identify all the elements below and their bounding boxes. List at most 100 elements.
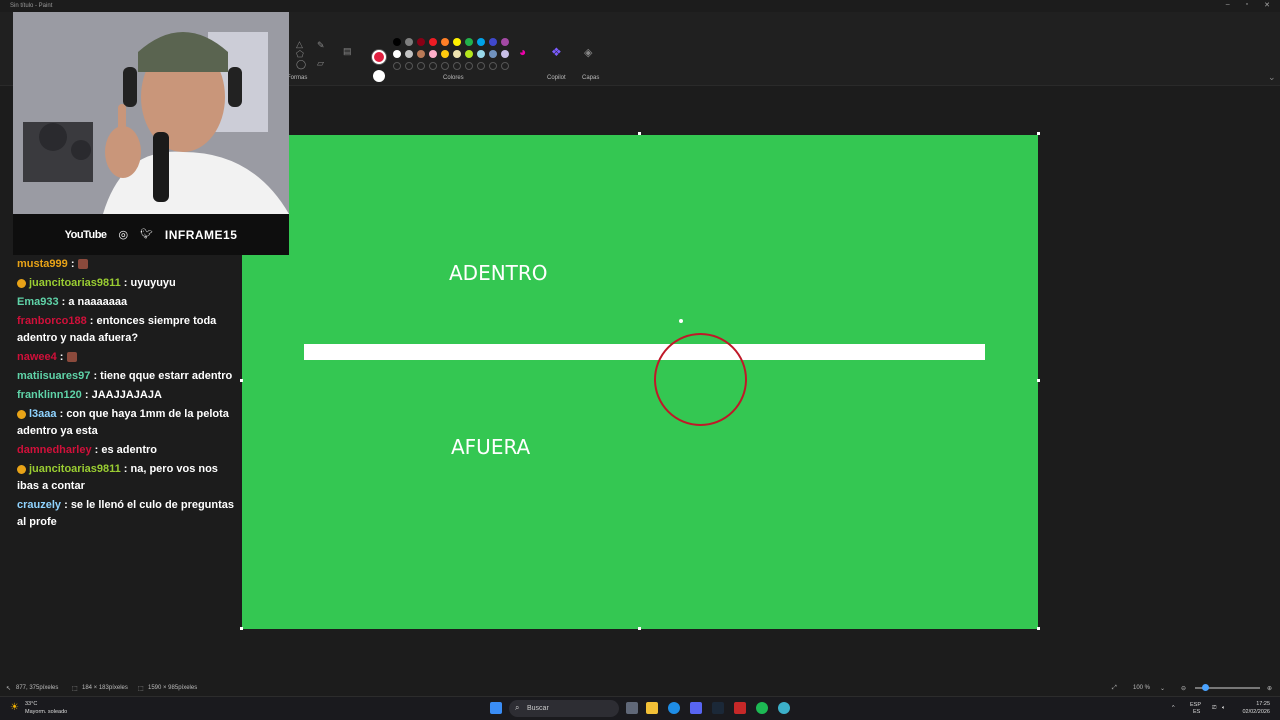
palette-swatch[interactable] — [453, 38, 461, 46]
task-view-icon[interactable] — [626, 702, 638, 714]
palette-swatch[interactable] — [465, 50, 473, 58]
chat-username: l3aaa — [29, 408, 57, 420]
network-icon[interactable]: ⎚ — [1212, 705, 1216, 712]
app-icon-red[interactable] — [734, 702, 746, 714]
palette-swatch[interactable] — [429, 38, 437, 46]
language-indicator[interactable]: ESP — [1190, 702, 1201, 709]
selection-icon: ⬚ — [72, 686, 78, 692]
color-picker-wheel-icon[interactable]: ◕ — [519, 45, 526, 59]
selection-size: 184 × 183píxeles — [82, 685, 128, 691]
palette-swatch[interactable] — [441, 50, 449, 58]
social-bar: YouTube ◎ 🐦︎ INFRAME15 — [13, 214, 289, 255]
chat-username: matiisuares97 — [17, 370, 91, 382]
weather-icon[interactable]: ☀ — [10, 702, 19, 713]
palette-swatch[interactable] — [501, 38, 509, 46]
maximize-button[interactable]: ▫ — [1246, 1, 1248, 9]
primary-color[interactable] — [372, 50, 386, 64]
collapse-ribbon-icon[interactable]: ⌄ — [1268, 72, 1276, 83]
webcam-overlay: YouTube ◎ 🐦︎ INFRAME15 — [13, 12, 289, 255]
palette-swatch[interactable] — [405, 50, 413, 58]
palette-swatch[interactable] — [417, 38, 425, 46]
steam-icon[interactable] — [712, 702, 724, 714]
search-box[interactable]: ⌕ Buscar — [509, 700, 619, 717]
custom-color-slot[interactable] — [405, 62, 413, 70]
custom-color-slot[interactable] — [501, 62, 509, 70]
palette-swatch[interactable] — [393, 50, 401, 58]
drawing-canvas[interactable]: ADENTRO AFUERA — [242, 135, 1038, 629]
custom-color-slot[interactable] — [417, 62, 425, 70]
clock-date[interactable]: 02/02/2026 — [1236, 709, 1270, 716]
chat-text: tiene qque estarr adentro — [100, 370, 233, 382]
canvas-text-afuera: AFUERA — [451, 435, 531, 459]
volume-icon[interactable]: 🔈︎ — [1222, 705, 1225, 712]
language-indicator-sub[interactable]: ES — [1193, 709, 1200, 716]
palette-swatch[interactable] — [453, 50, 461, 58]
cursor-icon: ↖ — [6, 686, 12, 692]
emote-icon — [66, 352, 77, 363]
palette-swatch[interactable] — [489, 50, 497, 58]
custom-color-slot[interactable] — [393, 62, 401, 70]
palette-swatch[interactable] — [501, 50, 509, 58]
fill-icon[interactable]: ▱ — [317, 58, 324, 69]
resize-handle-top-right[interactable] — [1037, 132, 1040, 135]
palette-swatch[interactable] — [489, 38, 497, 46]
custom-color-slot[interactable] — [477, 62, 485, 70]
secondary-color[interactable] — [373, 70, 385, 82]
chat-text: a naaaaaaa — [68, 296, 128, 308]
chat-message: nawee4 : — [13, 349, 241, 366]
palette-swatch[interactable] — [393, 38, 401, 46]
custom-color-slot[interactable] — [453, 62, 461, 70]
chat-username: crauzely — [17, 499, 62, 511]
custom-color-slot[interactable] — [429, 62, 437, 70]
custom-color-slot[interactable] — [465, 62, 473, 70]
chat-text: uyuyuyu — [130, 277, 176, 289]
emote-icon — [77, 259, 88, 270]
shape-callout-icon[interactable]: ◯ — [296, 59, 306, 70]
resize-handle-bottom-right[interactable] — [1037, 627, 1040, 630]
palette-swatch[interactable] — [429, 50, 437, 58]
clock-time[interactable]: 17:25 — [1240, 701, 1270, 708]
edge-icon[interactable] — [668, 702, 680, 714]
spotify-icon[interactable] — [756, 702, 768, 714]
search-placeholder: Buscar — [527, 705, 549, 712]
zoom-dropdown-icon[interactable]: ⌄ — [1160, 685, 1165, 692]
custom-color-slot[interactable] — [441, 62, 449, 70]
chat-message: juancitoarias9811 : uyuyuyu — [13, 275, 241, 292]
zoom-level[interactable]: 100 % — [1133, 685, 1150, 691]
chat-message: damnedharley : es adentro — [17, 444, 158, 456]
palette-swatch[interactable] — [477, 38, 485, 46]
resize-handle-bottom[interactable] — [638, 627, 641, 630]
zoom-out-icon[interactable]: ⊖ — [1181, 685, 1186, 692]
palette-swatch[interactable] — [477, 50, 485, 58]
canvas-text-adentro: ADENTRO — [449, 261, 548, 285]
resize-handle-top[interactable] — [638, 132, 641, 135]
palette-swatch[interactable] — [417, 50, 425, 58]
canvas-size-icon: ⬚ — [138, 686, 144, 692]
custom-color-slot[interactable] — [489, 62, 497, 70]
chat-message: franborco188 : entonces siempre toda ade… — [17, 315, 217, 344]
paint-icon[interactable] — [778, 702, 790, 714]
palette-swatch[interactable] — [441, 38, 449, 46]
discord-icon[interactable] — [690, 702, 702, 714]
close-button[interactable]: ✕ — [1264, 1, 1270, 9]
brush-size-icon[interactable]: ▤ — [343, 46, 352, 57]
chat-text: JAAJJAJAJA — [91, 389, 162, 401]
zoom-slider-knob[interactable] — [1202, 684, 1209, 691]
resize-handle-right[interactable] — [1037, 379, 1040, 382]
chat-message: musta999 : — [13, 256, 241, 273]
resize-handle-bottom-left[interactable] — [240, 627, 243, 630]
weather-temp[interactable]: 33°C — [25, 701, 37, 708]
layers-icon[interactable]: ◈ — [584, 46, 592, 59]
palette-swatch[interactable] — [405, 38, 413, 46]
palette-swatch[interactable] — [465, 38, 473, 46]
copilot-icon[interactable]: ❖ — [551, 45, 562, 59]
start-icon[interactable] — [490, 702, 502, 714]
search-icon: ⌕ — [515, 703, 520, 712]
outline-icon[interactable]: ✎ — [317, 40, 325, 51]
minimize-button[interactable]: – — [1226, 1, 1230, 9]
zoom-in-icon[interactable]: ⊕ — [1267, 685, 1272, 692]
tray-chevron-icon[interactable]: ^ — [1172, 705, 1175, 712]
weather-desc[interactable]: Mayorm. soleado — [25, 709, 67, 716]
fit-to-window-icon[interactable]: ⤢ — [1112, 685, 1117, 692]
file-explorer-icon[interactable] — [646, 702, 658, 714]
